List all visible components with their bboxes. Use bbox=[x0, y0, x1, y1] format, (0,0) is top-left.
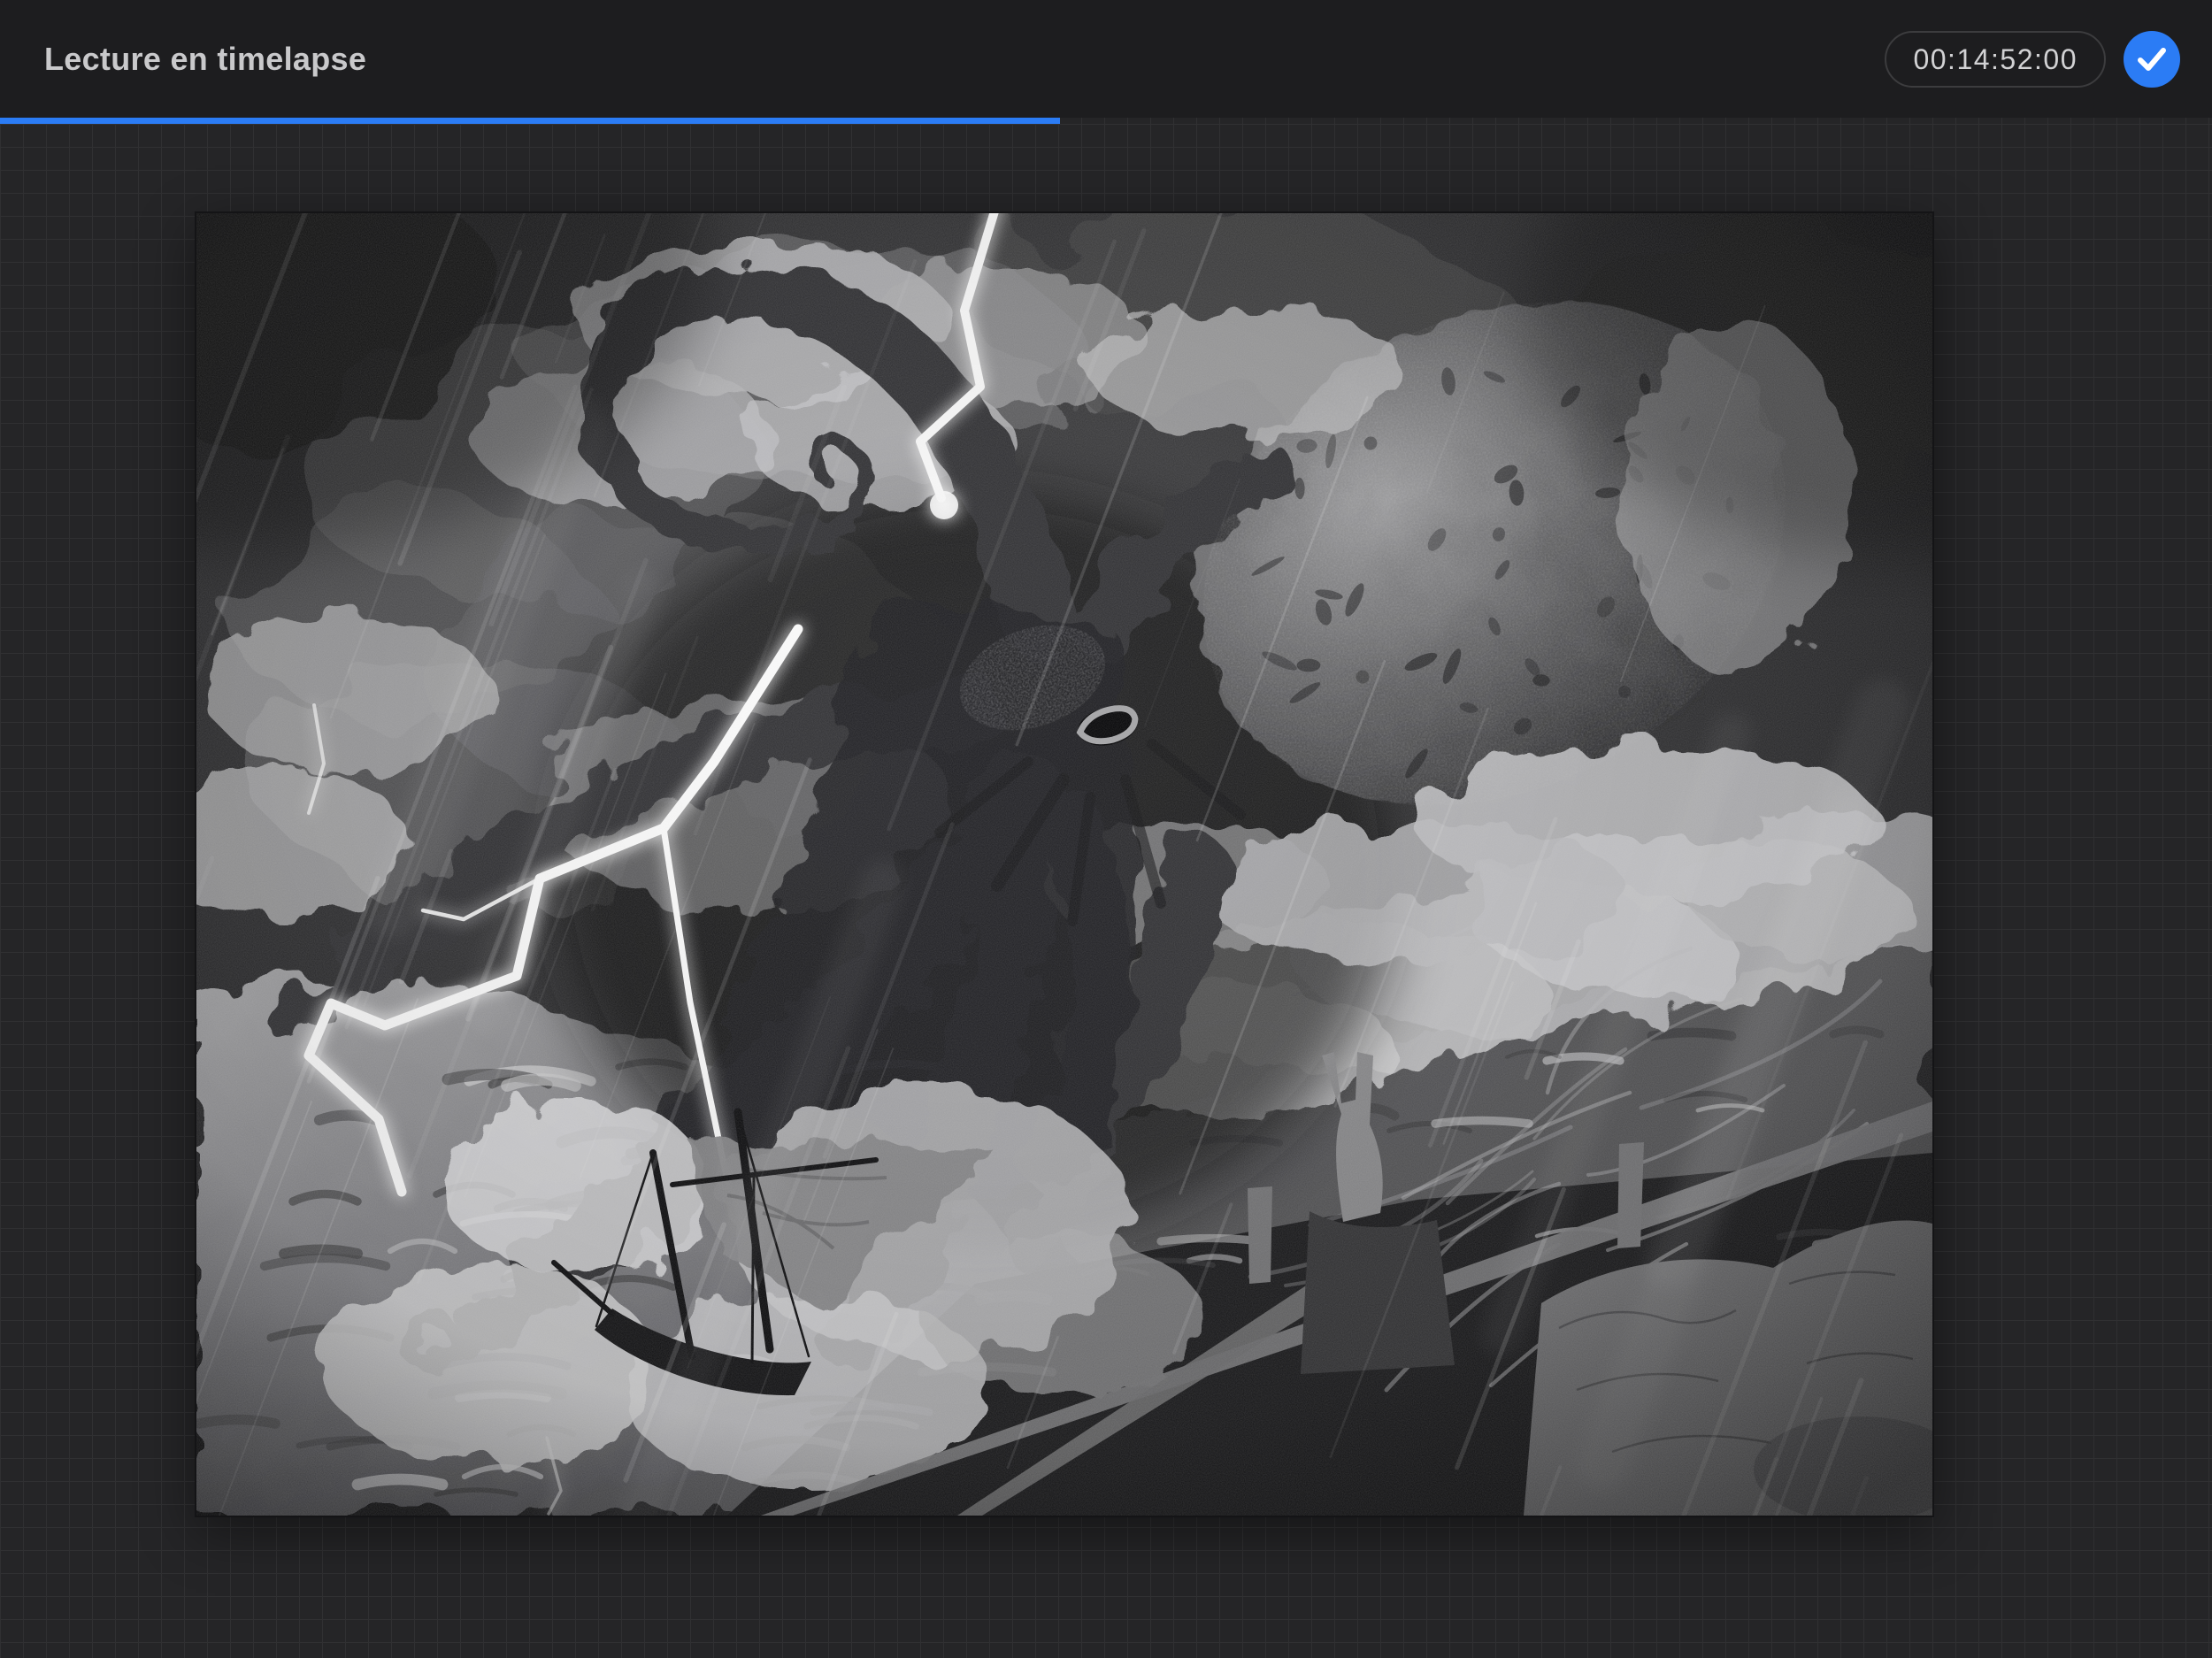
timelapse-progress-track[interactable] bbox=[0, 118, 2212, 124]
kraken-painting bbox=[196, 213, 1932, 1516]
timelapse-artwork-canvas[interactable] bbox=[196, 213, 1932, 1516]
topbar-actions: 00:14:52:00 bbox=[1885, 31, 2180, 88]
timelapse-progress-fill bbox=[0, 118, 1060, 124]
topbar: Lecture en timelapse 00:14:52:00 bbox=[0, 0, 2212, 118]
done-button[interactable] bbox=[2124, 31, 2180, 88]
timelapse-duration-value: 00:14:52:00 bbox=[1913, 33, 2078, 86]
page-title: Lecture en timelapse bbox=[44, 41, 366, 78]
checkmark-icon bbox=[2137, 47, 2167, 72]
timelapse-duration-badge: 00:14:52:00 bbox=[1885, 31, 2106, 88]
